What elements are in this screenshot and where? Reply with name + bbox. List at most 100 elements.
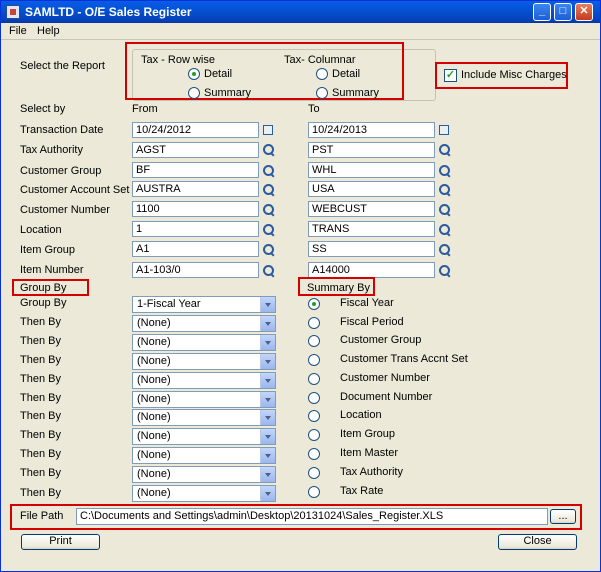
search-icon[interactable] xyxy=(263,144,275,156)
search-icon[interactable] xyxy=(263,265,275,277)
item-group-from-input[interactable]: A1 xyxy=(132,241,259,257)
range-label: Location xyxy=(20,224,62,236)
customer-number-to-input[interactable]: WEBCUST xyxy=(308,201,435,217)
then-by-select[interactable]: (None) xyxy=(132,372,276,389)
summary-radio[interactable] xyxy=(308,410,320,422)
customer-group-from-input[interactable]: BF xyxy=(132,162,259,178)
then-by-select[interactable]: (None) xyxy=(132,391,276,408)
then-by-select[interactable]: (None) xyxy=(132,428,276,445)
search-icon[interactable] xyxy=(439,144,451,156)
search-icon[interactable] xyxy=(263,204,275,216)
chevron-down-icon[interactable] xyxy=(260,410,275,425)
then-by-label: Then By xyxy=(20,467,61,479)
chevron-down-icon[interactable] xyxy=(260,354,275,369)
summary-option-label: Customer Number xyxy=(340,372,430,384)
columnar-summary-radio[interactable] xyxy=(316,87,328,99)
include-misc-checkbox[interactable]: ✓ xyxy=(444,69,457,82)
search-icon[interactable] xyxy=(439,165,451,177)
chevron-down-icon[interactable] xyxy=(260,467,275,482)
title-bar[interactable]: SAMLTD - O/E Sales Register _ □ ✕ xyxy=(1,1,600,23)
summary-radio[interactable] xyxy=(308,335,320,347)
summary-option-label: Fiscal Year xyxy=(340,297,394,309)
summary-option-label: Customer Group xyxy=(340,334,422,346)
menu-file[interactable]: File xyxy=(9,25,27,37)
select-value: (None) xyxy=(137,449,171,461)
search-icon[interactable] xyxy=(263,165,275,177)
customer-number-from-input[interactable]: 1100 xyxy=(132,201,259,217)
summary-radio[interactable] xyxy=(308,429,320,441)
select-value: (None) xyxy=(137,355,171,367)
chevron-down-icon[interactable] xyxy=(260,486,275,501)
search-icon[interactable] xyxy=(263,224,275,236)
range-label: Customer Account Set xyxy=(20,184,130,196)
then-by-label: Then By xyxy=(20,316,61,328)
chevron-down-icon[interactable] xyxy=(260,392,275,407)
customer-group-to-input[interactable]: WHL xyxy=(308,162,435,178)
location-from-input[interactable]: 1 xyxy=(132,221,259,237)
summary-radio[interactable] xyxy=(308,298,320,310)
then-by-select[interactable]: (None) xyxy=(132,485,276,502)
summary-radio[interactable] xyxy=(308,392,320,404)
menu-help[interactable]: Help xyxy=(37,25,60,37)
rowwise-detail-radio[interactable] xyxy=(188,68,200,80)
summary-radio[interactable] xyxy=(308,467,320,479)
then-by-select[interactable]: (None) xyxy=(132,409,276,426)
customer-account-set-from-input[interactable]: AUSTRA xyxy=(132,181,259,197)
chevron-down-icon[interactable] xyxy=(260,373,275,388)
location-to-input[interactable]: TRANS xyxy=(308,221,435,237)
calendar-icon[interactable] xyxy=(439,125,449,135)
summary-radio[interactable] xyxy=(308,317,320,329)
transaction-date-from-input[interactable]: 10/24/2012 xyxy=(132,122,259,138)
summary-radio[interactable] xyxy=(308,354,320,366)
then-by-select[interactable]: (None) xyxy=(132,447,276,464)
then-by-select[interactable]: (None) xyxy=(132,315,276,332)
search-icon[interactable] xyxy=(439,224,451,236)
columnar-detail-radio[interactable] xyxy=(316,68,328,80)
close-window-button[interactable]: ✕ xyxy=(575,3,593,21)
sales-register-window: SAMLTD - O/E Sales Register _ □ ✕ File H… xyxy=(0,0,601,572)
summary-radio[interactable] xyxy=(308,448,320,460)
select-value: (None) xyxy=(137,430,171,442)
minimize-button[interactable]: _ xyxy=(533,3,551,21)
item-group-to-input[interactable]: SS xyxy=(308,241,435,257)
range-label: Item Group xyxy=(20,244,76,256)
then-by-label: Then By xyxy=(20,448,61,460)
then-by-select[interactable]: (None) xyxy=(132,334,276,351)
then-by-select[interactable]: (None) xyxy=(132,353,276,370)
then-by-select[interactable]: (None) xyxy=(132,466,276,483)
browse-button[interactable]: ... xyxy=(550,509,576,524)
chevron-down-icon[interactable] xyxy=(260,316,275,331)
group-by-select[interactable]: 1-Fiscal Year xyxy=(132,296,276,313)
search-icon[interactable] xyxy=(263,244,275,256)
maximize-button[interactable]: □ xyxy=(554,3,572,21)
then-by-label: Then By xyxy=(20,429,61,441)
rowwise-summary-radio[interactable] xyxy=(188,87,200,99)
tax-authority-from-input[interactable]: AGST xyxy=(132,142,259,158)
transaction-date-to-input[interactable]: 10/24/2013 xyxy=(308,122,435,138)
customer-account-set-to-input[interactable]: USA xyxy=(308,181,435,197)
menu-bar: File Help xyxy=(1,23,600,40)
range-label: Item Number xyxy=(20,264,84,276)
select-report-label: Select the Report xyxy=(20,60,105,72)
then-by-label: Then By xyxy=(20,373,61,385)
print-button[interactable]: Print xyxy=(21,534,100,550)
rowwise-detail-label: Detail xyxy=(204,68,233,80)
search-icon[interactable] xyxy=(439,265,451,277)
search-icon[interactable] xyxy=(439,204,451,216)
chevron-down-icon[interactable] xyxy=(260,429,275,444)
chevron-down-icon[interactable] xyxy=(260,297,275,312)
item-number-to-input[interactable]: A14000 xyxy=(308,262,435,278)
search-icon[interactable] xyxy=(263,184,275,196)
close-button[interactable]: Close xyxy=(498,534,577,550)
file-path-label: File Path xyxy=(20,510,64,522)
calendar-icon[interactable] xyxy=(263,125,273,135)
tax-authority-to-input[interactable]: PST xyxy=(308,142,435,158)
summary-radio[interactable] xyxy=(308,373,320,385)
search-icon[interactable] xyxy=(439,244,451,256)
summary-radio[interactable] xyxy=(308,486,320,498)
chevron-down-icon[interactable] xyxy=(260,335,275,350)
search-icon[interactable] xyxy=(439,184,451,196)
item-number-from-input[interactable]: A1-103/0 xyxy=(132,262,259,278)
chevron-down-icon[interactable] xyxy=(260,448,275,463)
file-path-input[interactable]: C:\Documents and Settings\admin\Desktop\… xyxy=(76,508,548,525)
